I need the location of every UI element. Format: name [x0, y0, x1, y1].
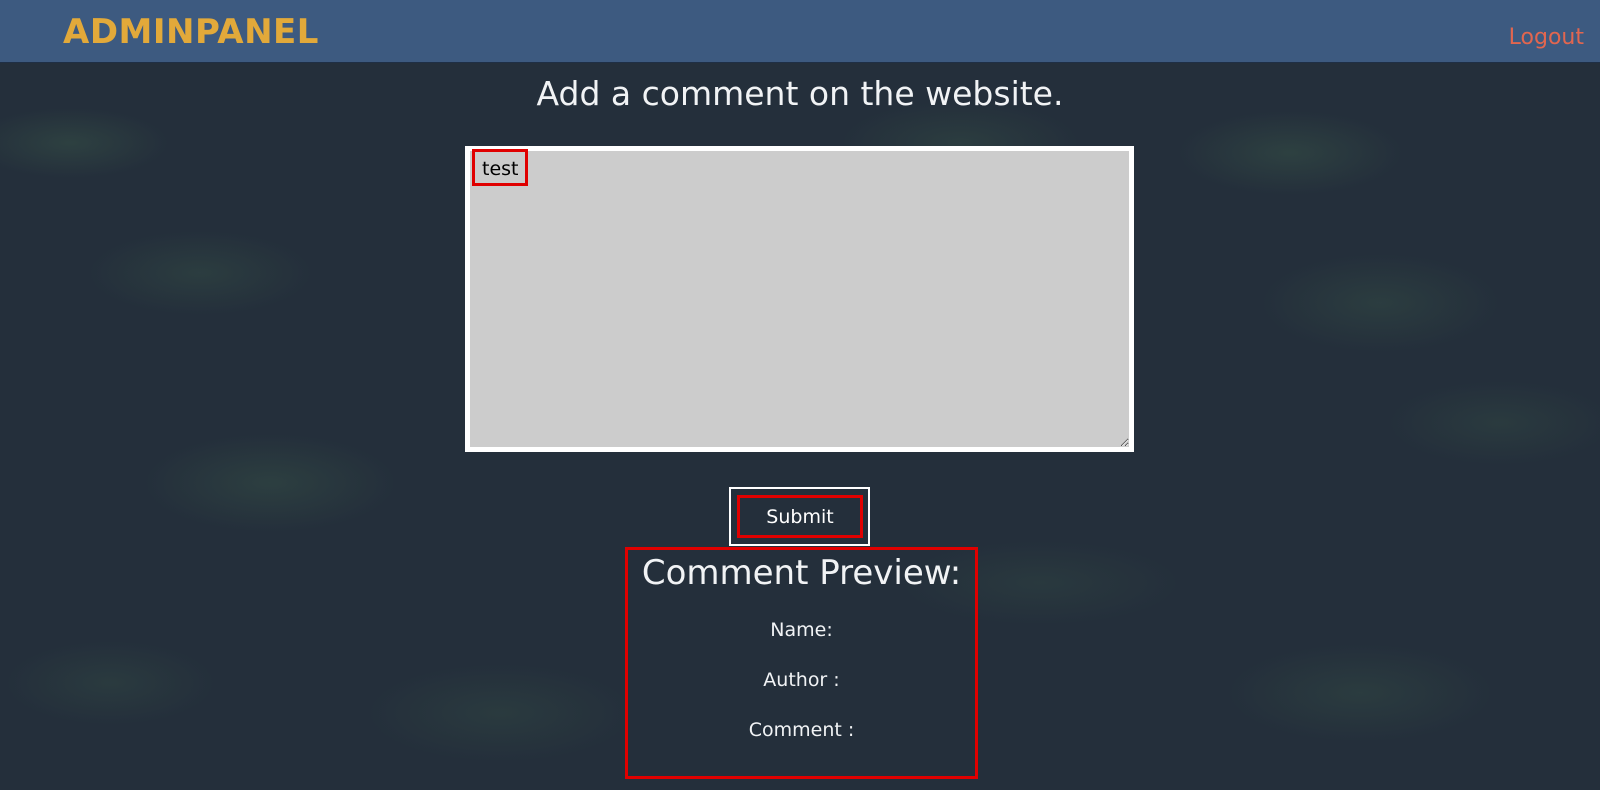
page-heading: Add a comment on the website. [536, 74, 1064, 113]
comment-preview: Comment Preview: Name: Author : Comment … [625, 547, 978, 779]
brand-logo[interactable]: ADMINPANEL [63, 10, 319, 54]
comment-textarea-frame: test [465, 146, 1134, 452]
preview-comment: Comment : [748, 719, 855, 741]
preview-title: Comment Preview: [641, 553, 962, 593]
top-navbar: ADMINPANEL Logout [0, 0, 1600, 63]
preview-author: Author : [763, 669, 840, 691]
logout-link[interactable]: Logout [1509, 24, 1584, 52]
submit-button[interactable]: Submit [737, 495, 863, 538]
comment-textarea[interactable]: test [470, 151, 1129, 447]
preview-name: Name: [770, 619, 833, 641]
